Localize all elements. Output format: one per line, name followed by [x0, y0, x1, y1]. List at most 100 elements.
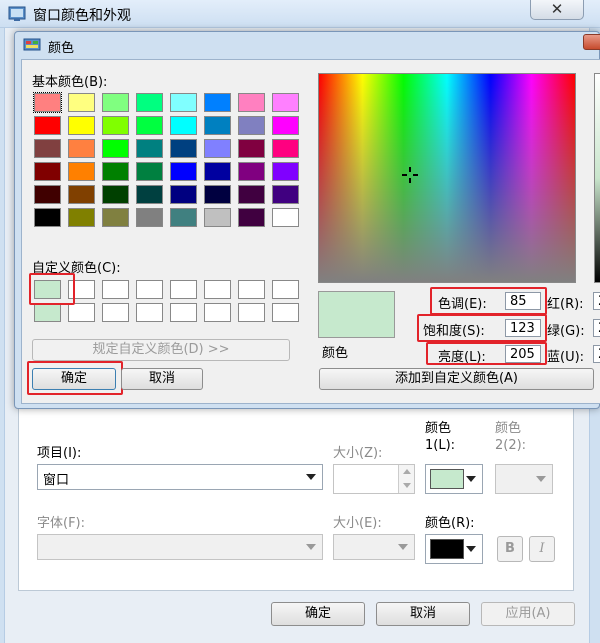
custom-color-swatch[interactable]: [170, 303, 197, 322]
basic-color-swatch[interactable]: [204, 139, 231, 158]
basic-color-swatch[interactable]: [170, 93, 197, 112]
chevron-down-icon: [466, 476, 476, 482]
basic-color-swatch[interactable]: [136, 208, 163, 227]
basic-color-swatch[interactable]: [272, 139, 299, 158]
basic-color-swatch[interactable]: [170, 139, 197, 158]
dialog-close-button[interactable]: [583, 34, 600, 50]
red-label: 红(R):: [547, 297, 584, 312]
basic-color-swatch[interactable]: [102, 185, 129, 204]
basic-color-swatch[interactable]: [170, 116, 197, 135]
basic-color-swatch[interactable]: [238, 93, 265, 112]
hue-highlight: [430, 287, 547, 315]
custom-color-swatch[interactable]: [102, 280, 129, 299]
basic-color-swatch[interactable]: [68, 139, 95, 158]
basic-color-swatch[interactable]: [204, 208, 231, 227]
custom-color-swatch[interactable]: [136, 280, 163, 299]
footer-apply-button[interactable]: 应用(A): [481, 602, 575, 626]
font-color-picker[interactable]: [425, 534, 483, 564]
red-input[interactable]: 2: [593, 292, 600, 310]
basic-color-swatch[interactable]: [272, 185, 299, 204]
basic-color-swatch[interactable]: [102, 116, 129, 135]
basic-color-swatch[interactable]: [204, 93, 231, 112]
basic-color-swatch[interactable]: [68, 208, 95, 227]
basic-color-swatch[interactable]: [34, 116, 61, 135]
basic-color-swatch[interactable]: [204, 185, 231, 204]
color2-picker[interactable]: [495, 464, 553, 494]
basic-color-swatch[interactable]: [33, 92, 62, 113]
footer-ok-button[interactable]: 确定: [271, 602, 365, 626]
basic-color-swatch[interactable]: [170, 185, 197, 204]
basic-color-swatch[interactable]: [136, 116, 163, 135]
font-size-select[interactable]: [333, 534, 415, 560]
spin-up-icon: [403, 469, 411, 474]
basic-color-swatch[interactable]: [102, 139, 129, 158]
font-select[interactable]: [37, 534, 323, 560]
basic-color-swatch[interactable]: [136, 139, 163, 158]
size-spinner[interactable]: [333, 464, 415, 494]
basic-color-swatch[interactable]: [136, 185, 163, 204]
green-input[interactable]: 2: [593, 319, 600, 337]
basic-color-swatch[interactable]: [170, 162, 197, 181]
chevron-down-icon: [306, 474, 316, 480]
item-value: 窗口: [43, 473, 70, 488]
basic-color-swatch[interactable]: [238, 139, 265, 158]
basic-color-swatch[interactable]: [102, 93, 129, 112]
basic-color-swatch[interactable]: [238, 208, 265, 227]
color-spectrum[interactable]: [318, 73, 576, 283]
custom-color-swatch[interactable]: [204, 303, 231, 322]
spin-down-icon: [403, 483, 411, 488]
basic-color-swatch[interactable]: [272, 116, 299, 135]
spinner-buttons[interactable]: [398, 465, 414, 493]
appearance-icon: [8, 6, 26, 21]
chevron-down-icon: [536, 476, 546, 482]
color-preview: [318, 291, 395, 338]
custom-color-swatch[interactable]: [136, 303, 163, 322]
basic-color-swatch[interactable]: [102, 162, 129, 181]
basic-color-swatch[interactable]: [68, 93, 95, 112]
basic-color-swatch[interactable]: [204, 116, 231, 135]
basic-color-swatch[interactable]: [238, 162, 265, 181]
basic-color-swatch[interactable]: [34, 185, 61, 204]
luminance-slider[interactable]: [594, 73, 600, 283]
basic-color-swatch[interactable]: [68, 162, 95, 181]
custom-color-swatch[interactable]: [68, 303, 95, 322]
dialog-cancel-button[interactable]: 取消: [121, 368, 203, 390]
basic-color-swatch[interactable]: [204, 162, 231, 181]
basic-color-swatch[interactable]: [170, 208, 197, 227]
basic-color-swatch[interactable]: [34, 162, 61, 181]
blue-label: 蓝(U):: [547, 350, 585, 365]
crosshair-icon[interactable]: [402, 167, 418, 183]
footer-cancel-button[interactable]: 取消: [376, 602, 470, 626]
basic-color-swatch[interactable]: [34, 208, 61, 227]
custom-color-swatch[interactable]: [238, 280, 265, 299]
basic-color-swatch[interactable]: [272, 162, 299, 181]
basic-color-swatch[interactable]: [136, 93, 163, 112]
basic-color-swatch[interactable]: [68, 116, 95, 135]
color1-picker[interactable]: [425, 464, 483, 494]
size-label: 大小(Z):: [333, 446, 383, 461]
custom-color-swatch[interactable]: [170, 280, 197, 299]
custom-color-swatch[interactable]: [238, 303, 265, 322]
define-custom-colors-button[interactable]: 规定自定义颜色(D) >>: [32, 339, 290, 361]
custom-color-swatch[interactable]: [204, 280, 231, 299]
custom-color-swatch[interactable]: [272, 280, 299, 299]
ok-button-highlight: [27, 361, 123, 395]
custom-color-swatch[interactable]: [102, 303, 129, 322]
basic-color-swatch[interactable]: [272, 93, 299, 112]
custom-color-swatch[interactable]: [34, 303, 61, 322]
preview-label: 颜色: [322, 346, 349, 361]
basic-color-swatch[interactable]: [68, 185, 95, 204]
basic-color-swatch[interactable]: [136, 162, 163, 181]
italic-button[interactable]: I: [529, 536, 555, 562]
bold-button[interactable]: B: [497, 536, 523, 562]
item-select[interactable]: 窗口: [37, 464, 323, 490]
add-to-custom-colors-button[interactable]: 添加到自定义颜色(A): [319, 368, 594, 390]
blue-input[interactable]: 2: [593, 345, 600, 363]
basic-color-swatch[interactable]: [238, 185, 265, 204]
basic-color-swatch[interactable]: [34, 139, 61, 158]
window-close-button[interactable]: ✕: [530, 0, 584, 20]
basic-color-swatch[interactable]: [272, 208, 299, 227]
basic-color-swatch[interactable]: [102, 208, 129, 227]
basic-color-swatch[interactable]: [238, 116, 265, 135]
custom-color-swatch[interactable]: [272, 303, 299, 322]
